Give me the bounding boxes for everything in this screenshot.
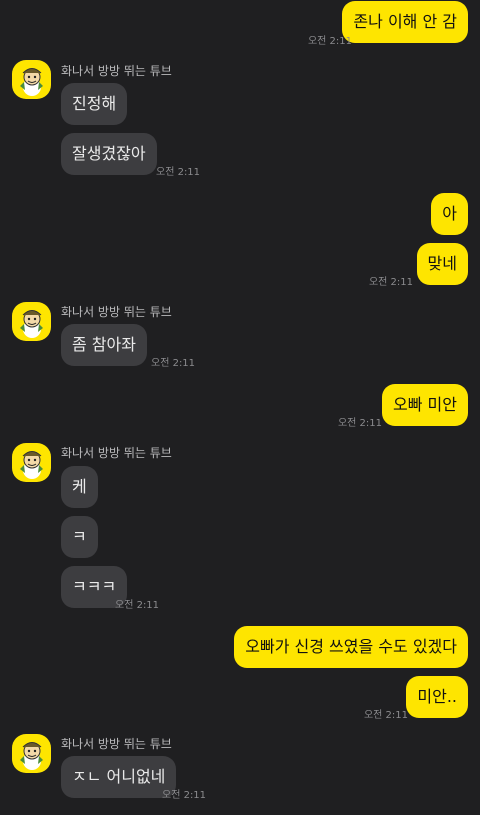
message-timestamp: 오전 2:11 <box>115 600 160 611</box>
their-message-bubble[interactable]: 좀 참아좌 <box>61 324 147 366</box>
sender-avatar[interactable] <box>12 734 51 773</box>
my-message-bubble[interactable]: 존나 이해 안 감 <box>342 1 468 43</box>
my-message-bubble[interactable]: 맞네 <box>416 243 468 285</box>
avatar-tube-icon <box>20 742 43 770</box>
sender-name: 화나서 방방 뛰는 튜브 <box>61 737 172 751</box>
their-message-bubble[interactable]: ㅋ <box>61 516 98 558</box>
their-message-bubble[interactable]: 잘생겼잖아 <box>61 133 157 175</box>
my-message-bubble[interactable]: 미안.. <box>406 676 468 718</box>
message-timestamp: 오전 2:11 <box>151 358 196 369</box>
avatar-tube-icon <box>20 68 43 96</box>
my-message-bubble[interactable]: 오빠가 신경 쓰였을 수도 있겠다 <box>234 626 468 668</box>
sender-avatar[interactable] <box>12 443 51 482</box>
message-timestamp: 오전 2:11 <box>307 36 352 47</box>
their-message-bubble[interactable]: ㅈㄴ 어니없네 <box>61 756 177 798</box>
their-message-bubble[interactable]: 케 <box>61 466 98 508</box>
avatar-tube-icon <box>20 451 43 479</box>
message-timestamp: 오전 2:11 <box>162 790 207 801</box>
message-timestamp: 오전 2:11 <box>337 418 382 429</box>
message-timestamp: 오전 2:11 <box>368 277 413 288</box>
my-message-bubble[interactable]: 아 <box>431 193 468 235</box>
my-message-bubble[interactable]: 오빠 미안 <box>382 384 468 426</box>
sender-name: 화나서 방방 뛰는 튜브 <box>61 305 172 319</box>
sender-avatar[interactable] <box>12 60 51 99</box>
message-timestamp: 오전 2:11 <box>363 710 408 721</box>
sender-name: 화나서 방방 뛰는 튜브 <box>61 446 172 460</box>
their-message-bubble[interactable]: 진정해 <box>61 83 128 125</box>
sender-name: 화나서 방방 뛰는 튜브 <box>61 64 172 78</box>
sender-avatar[interactable] <box>12 302 51 341</box>
message-timestamp: 오전 2:11 <box>156 167 201 178</box>
avatar-tube-icon <box>20 310 43 338</box>
